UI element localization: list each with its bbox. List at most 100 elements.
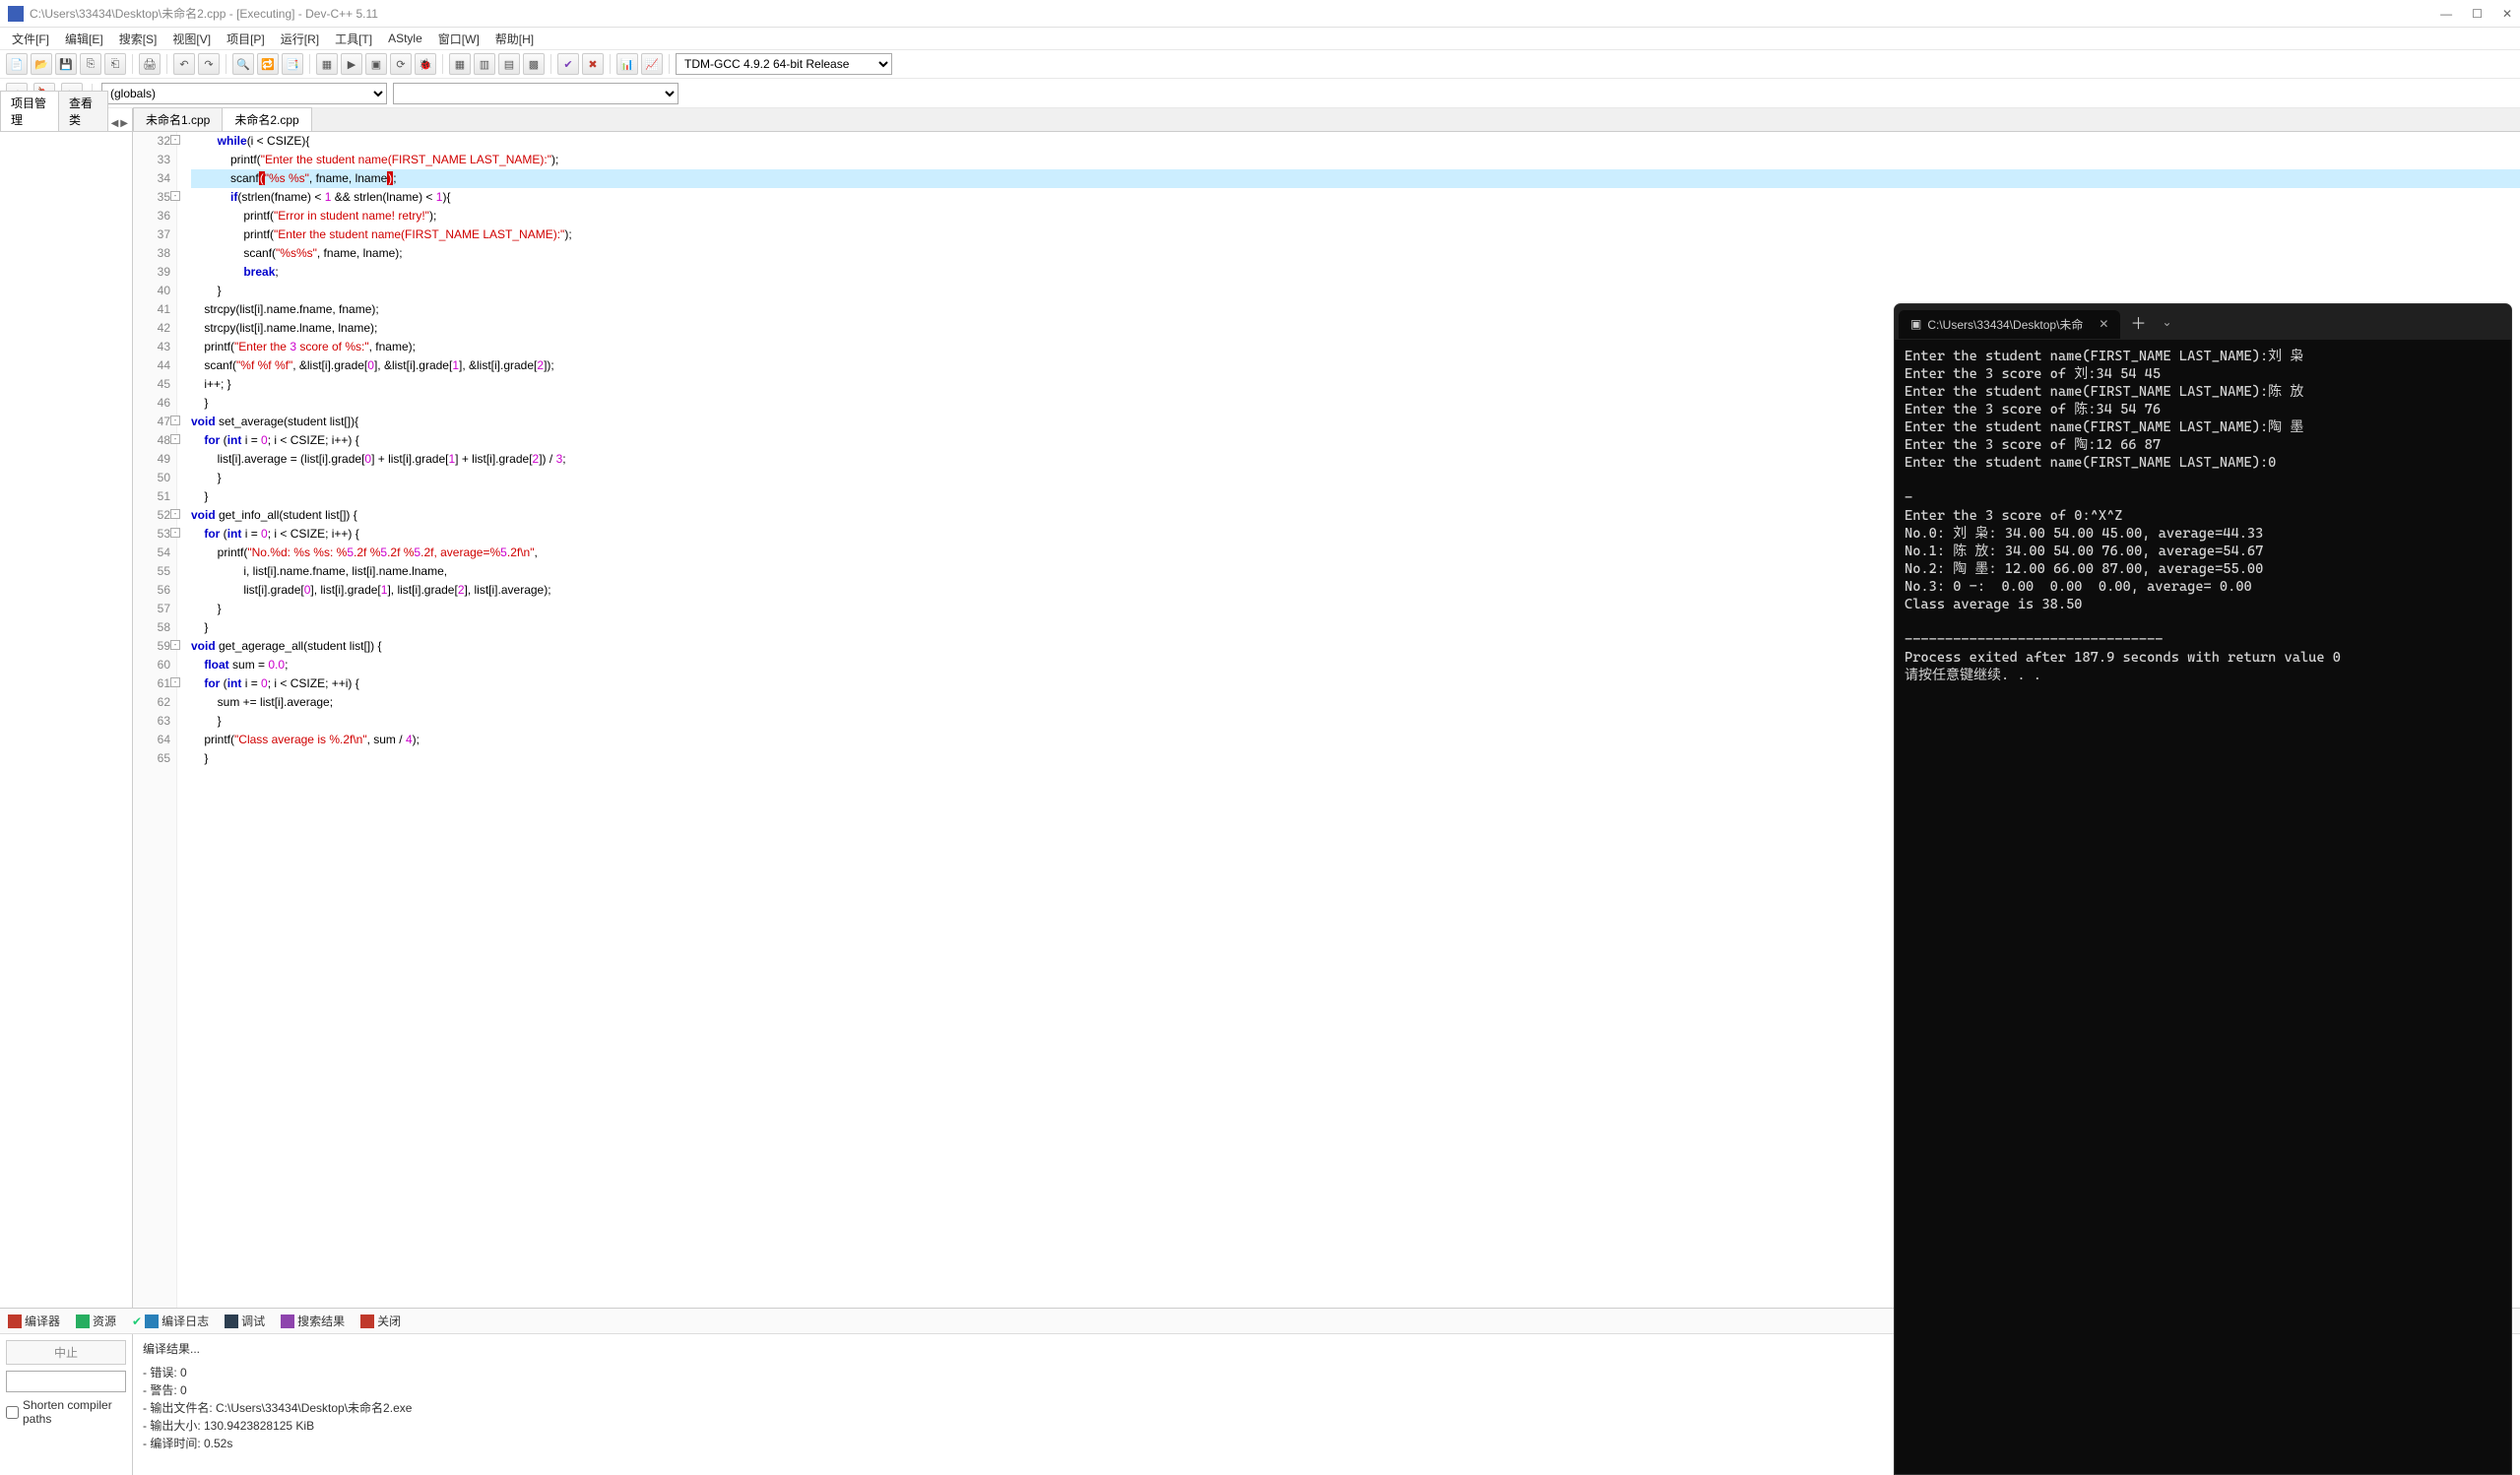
code-line[interactable]: }: [191, 282, 2520, 300]
line-number: 63: [133, 712, 170, 731]
check-icon[interactable]: ✔: [557, 53, 579, 75]
fold-icon[interactable]: -: [170, 434, 180, 444]
terminal-tab-title: C:\Users\33434\Desktop\未命: [1927, 316, 2083, 333]
line-number: 35-: [133, 188, 170, 207]
line-number: 44: [133, 356, 170, 375]
profile2-icon[interactable]: 📈: [641, 53, 663, 75]
profile-icon[interactable]: 📊: [616, 53, 638, 75]
shorten-paths-checkbox[interactable]: Shorten compiler paths: [6, 1398, 126, 1426]
bottom-tab-5[interactable]: 关闭: [356, 1311, 405, 1331]
menu-AStyle[interactable]: AStyle: [382, 30, 428, 47]
terminal-tab-close-icon[interactable]: ✕: [2099, 317, 2108, 331]
line-number: 65: [133, 749, 170, 768]
fold-icon[interactable]: -: [170, 191, 180, 201]
bottom-tab-icon: [360, 1315, 374, 1328]
tab-project[interactable]: 项目管理: [0, 91, 59, 131]
fold-icon[interactable]: -: [170, 528, 180, 538]
new-file-icon[interactable]: 📄: [6, 53, 28, 75]
menu-运行[R][interactable]: 运行[R]: [275, 29, 325, 49]
line-number: 48-: [133, 431, 170, 450]
file-tab-1[interactable]: 未命名2.cpp: [222, 107, 311, 131]
code-line[interactable]: scanf("%s %s", fname, lname);: [191, 169, 2520, 188]
maximize-button[interactable]: ☐: [2472, 7, 2483, 21]
find-icon[interactable]: 🔍: [232, 53, 254, 75]
code-line[interactable]: printf("Error in student name! retry!");: [191, 207, 2520, 225]
print-icon[interactable]: 🖨: [139, 53, 161, 75]
terminal-add-tab-icon[interactable]: ＋: [2120, 310, 2156, 334]
fold-icon[interactable]: -: [170, 416, 180, 425]
cancel-icon[interactable]: ✖: [582, 53, 604, 75]
undo-icon[interactable]: ↶: [173, 53, 195, 75]
terminal-window[interactable]: ▣ C:\Users\33434\Desktop\未命 ✕ ＋ ⌄ Enter …: [1894, 303, 2512, 1475]
line-number: 52-: [133, 506, 170, 525]
nav-left-icon[interactable]: ◀: [111, 118, 119, 129]
menu-搜索[S][interactable]: 搜索[S]: [113, 29, 163, 49]
grid4-icon[interactable]: ▩: [523, 53, 545, 75]
terminal-tab[interactable]: ▣ C:\Users\33434\Desktop\未命 ✕: [1899, 310, 2120, 339]
close-button[interactable]: ✕: [2502, 7, 2512, 21]
terminal-icon: ▣: [1910, 317, 1921, 331]
menu-工具[T][interactable]: 工具[T]: [329, 29, 378, 49]
open-file-icon[interactable]: 📂: [31, 53, 52, 75]
bottom-tab-1[interactable]: 资源: [72, 1311, 120, 1331]
replace-icon[interactable]: 🔁: [257, 53, 279, 75]
save-all-icon[interactable]: ⎘: [80, 53, 101, 75]
menu-文件[F][interactable]: 文件[F]: [6, 29, 55, 49]
line-number: 41: [133, 300, 170, 319]
shorten-paths-label: Shorten compiler paths: [23, 1398, 126, 1426]
grid2-icon[interactable]: ▥: [474, 53, 495, 75]
code-line[interactable]: if(strlen(fname) < 1 && strlen(lname) < …: [191, 188, 2520, 207]
minimize-button[interactable]: —: [2440, 7, 2452, 21]
rebuild-icon[interactable]: ⟳: [390, 53, 412, 75]
bottom-tab-label: 编译日志: [162, 1313, 209, 1329]
functions-combo[interactable]: [393, 83, 678, 104]
tab-classes[interactable]: 查看类: [58, 91, 108, 131]
shorten-paths-box[interactable]: [6, 1406, 19, 1419]
abort-button[interactable]: 中止: [6, 1340, 126, 1365]
nav-right-icon[interactable]: ▶: [120, 118, 128, 129]
globals-combo[interactable]: (globals): [101, 83, 387, 104]
bottom-tab-2[interactable]: ✔ 编译日志: [128, 1311, 213, 1331]
fold-icon[interactable]: -: [170, 677, 180, 687]
compile-run-icon[interactable]: ▣: [365, 53, 387, 75]
code-line[interactable]: scanf("%s%s", fname, lname);: [191, 244, 2520, 263]
compile-icon[interactable]: ▦: [316, 53, 338, 75]
bottom-tab-icon: [76, 1315, 90, 1328]
save-as-icon[interactable]: ⎗: [104, 53, 126, 75]
separator: [309, 54, 310, 74]
bottom-input[interactable]: [6, 1371, 126, 1392]
bottom-tab-0[interactable]: 编译器: [4, 1311, 64, 1331]
code-line[interactable]: break;: [191, 263, 2520, 282]
code-line[interactable]: while(i < CSIZE){: [191, 132, 2520, 151]
menu-窗口[W][interactable]: 窗口[W]: [432, 29, 485, 49]
bottom-tab-3[interactable]: 调试: [221, 1311, 269, 1331]
grid3-icon[interactable]: ▤: [498, 53, 520, 75]
line-number: 37: [133, 225, 170, 244]
fold-icon[interactable]: -: [170, 135, 180, 145]
separator: [669, 54, 670, 74]
sidebar-tabs: 项目管理 查看类 ◀ ▶: [0, 108, 132, 132]
line-number: 43: [133, 338, 170, 356]
save-icon[interactable]: 💾: [55, 53, 77, 75]
code-line[interactable]: printf("Enter the student name(FIRST_NAM…: [191, 225, 2520, 244]
code-line[interactable]: printf("Enter the student name(FIRST_NAM…: [191, 151, 2520, 169]
menu-视图[V][interactable]: 视图[V]: [166, 29, 217, 49]
menu-帮助[H][interactable]: 帮助[H]: [489, 29, 540, 49]
file-tab-0[interactable]: 未命名1.cpp: [133, 107, 223, 131]
fold-icon[interactable]: -: [170, 640, 180, 650]
titlebar: C:\Users\33434\Desktop\未命名2.cpp - [Execu…: [0, 0, 2520, 28]
menu-编辑[E][interactable]: 编辑[E]: [59, 29, 109, 49]
run-icon[interactable]: ▶: [341, 53, 362, 75]
terminal-dropdown-icon[interactable]: ⌄: [2157, 315, 2178, 329]
terminal-tabbar: ▣ C:\Users\33434\Desktop\未命 ✕ ＋ ⌄: [1895, 304, 2511, 340]
grid1-icon[interactable]: ▦: [449, 53, 471, 75]
fold-icon[interactable]: -: [170, 509, 180, 519]
redo-icon[interactable]: ↷: [198, 53, 220, 75]
bottom-tab-4[interactable]: 搜索结果: [277, 1311, 349, 1331]
terminal-output[interactable]: Enter the student name(FIRST_NAME LAST_N…: [1895, 340, 2511, 1474]
find-files-icon[interactable]: 📑: [282, 53, 303, 75]
line-number: 54: [133, 544, 170, 562]
menu-项目[P][interactable]: 项目[P]: [221, 29, 271, 49]
compiler-combo[interactable]: TDM-GCC 4.9.2 64-bit Release: [676, 53, 892, 75]
debug-icon[interactable]: 🐞: [415, 53, 436, 75]
